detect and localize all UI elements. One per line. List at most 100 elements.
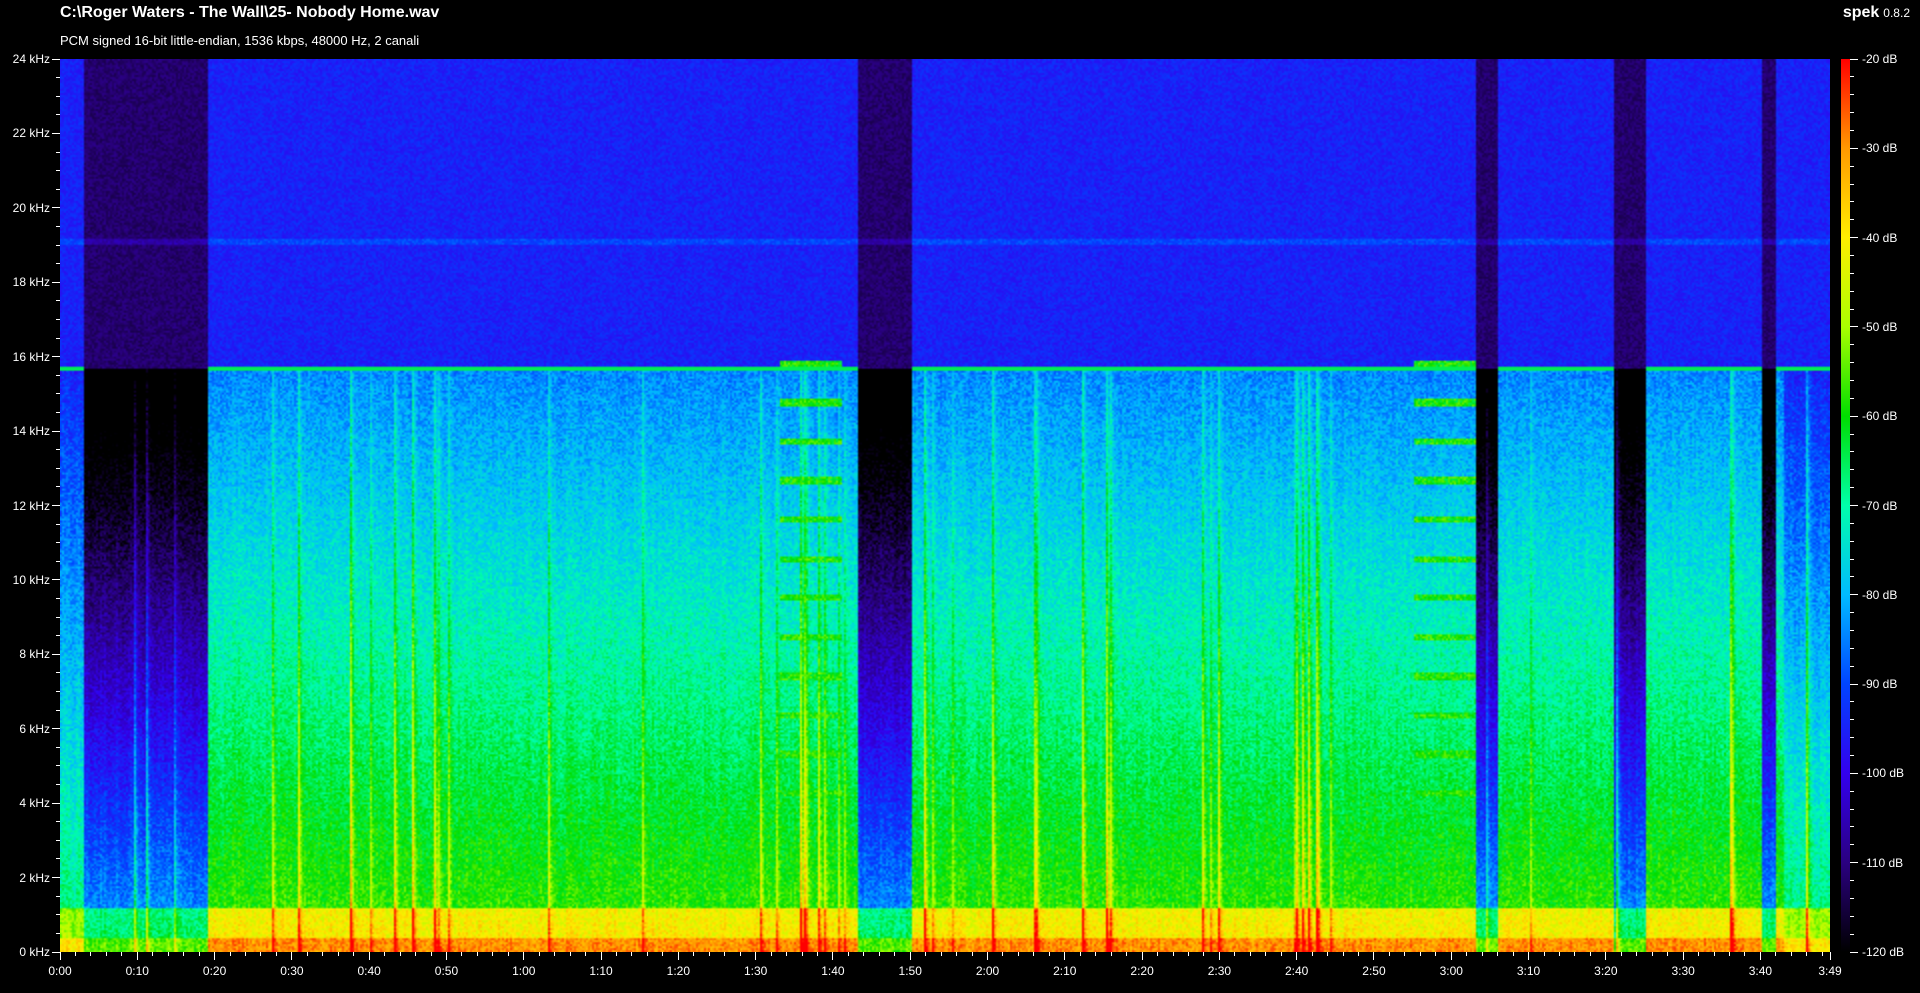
time-minor-tick xyxy=(492,952,494,956)
frequency-minor-tick xyxy=(56,77,60,79)
time-minor-tick xyxy=(1512,952,1514,956)
time-tick xyxy=(1450,952,1452,960)
db-label: -120 dB xyxy=(1862,945,1905,959)
time-tick xyxy=(832,952,834,960)
db-minor-tick xyxy=(1850,451,1854,453)
frequency-minor-tick xyxy=(56,393,60,395)
time-tick xyxy=(1141,952,1143,960)
frequency-tick xyxy=(52,58,60,60)
time-label: 0:00 xyxy=(48,964,72,978)
time-tick xyxy=(136,952,138,960)
time-minor-tick xyxy=(229,952,231,956)
db-minor-tick xyxy=(1850,755,1854,757)
frequency-label: 20 kHz xyxy=(12,200,50,215)
db-tick xyxy=(1850,147,1858,149)
frequency-minor-tick xyxy=(56,374,60,376)
time-minor-tick xyxy=(1806,952,1808,956)
db-minor-tick xyxy=(1850,433,1854,435)
time-minor-tick xyxy=(1249,952,1251,956)
db-label: -50 dB xyxy=(1862,319,1898,334)
db-tick xyxy=(1850,594,1858,596)
time-minor-tick xyxy=(956,952,958,956)
time-minor-tick xyxy=(1311,952,1313,956)
spectrogram-canvas[interactable] xyxy=(60,59,1830,952)
db-tick xyxy=(1850,951,1858,953)
db-minor-tick xyxy=(1850,558,1854,560)
time-minor-tick xyxy=(1002,952,1004,956)
frequency-label: 16 kHz xyxy=(12,349,50,364)
time-tick xyxy=(445,952,447,960)
time-minor-tick xyxy=(337,952,339,956)
frequency-minor-tick xyxy=(56,244,60,246)
time-tick xyxy=(755,952,757,960)
frequency-minor-tick xyxy=(56,858,60,860)
db-tick xyxy=(1850,772,1858,774)
db-minor-tick xyxy=(1850,308,1854,310)
frequency-minor-tick xyxy=(56,746,60,748)
time-minor-tick xyxy=(1589,952,1591,956)
time-minor-tick xyxy=(1729,952,1731,956)
frequency-minor-tick xyxy=(56,318,60,320)
time-minor-tick xyxy=(554,952,556,956)
db-minor-tick xyxy=(1850,576,1854,578)
db-minor-tick xyxy=(1850,808,1854,810)
time-minor-tick xyxy=(538,952,540,956)
frequency-minor-tick xyxy=(56,616,60,618)
db-minor-tick xyxy=(1850,112,1854,114)
time-minor-tick xyxy=(1110,952,1112,956)
spectrogram-plot[interactable] xyxy=(60,59,1830,952)
time-minor-tick xyxy=(1543,952,1545,956)
db-minor-tick xyxy=(1850,219,1854,221)
time-label: 2:00 xyxy=(975,964,1000,978)
frequency-minor-tick xyxy=(56,449,60,451)
frequency-minor-tick xyxy=(56,114,60,116)
time-minor-tick xyxy=(245,952,246,956)
time-label: 1:20 xyxy=(666,964,691,978)
frequency-minor-tick xyxy=(56,467,60,469)
time-minor-tick xyxy=(1404,952,1406,956)
time-tick xyxy=(1218,952,1220,960)
time-tick xyxy=(909,952,911,960)
frequency-label: 22 kHz xyxy=(12,126,50,141)
frequency-minor-tick xyxy=(56,895,60,897)
time-minor-tick xyxy=(1187,952,1189,956)
time-minor-tick xyxy=(1435,952,1437,956)
db-minor-tick xyxy=(1850,344,1854,346)
time-label: 2:10 xyxy=(1053,964,1077,978)
time-minor-tick xyxy=(167,952,169,956)
time-label: 2:20 xyxy=(1130,964,1154,978)
db-label: -90 dB xyxy=(1862,677,1898,692)
time-minor-tick xyxy=(415,952,417,956)
frequency-minor-tick xyxy=(56,170,60,172)
db-minor-tick xyxy=(1850,272,1854,274)
time-minor-tick xyxy=(1466,952,1468,956)
time-label: 2:40 xyxy=(1284,964,1309,978)
time-tick xyxy=(600,952,602,960)
time-minor-tick xyxy=(1033,952,1035,956)
db-minor-tick xyxy=(1850,487,1854,489)
time-minor-tick xyxy=(1775,952,1777,956)
time-minor-tick xyxy=(1821,952,1823,956)
time-label: 1:30 xyxy=(743,964,768,978)
time-minor-tick xyxy=(1017,952,1019,956)
db-minor-tick xyxy=(1850,165,1854,167)
time-minor-tick xyxy=(353,952,355,956)
frequency-label: 2 kHz xyxy=(19,870,50,885)
frequency-minor-tick xyxy=(56,411,60,413)
db-label: -30 dB xyxy=(1862,141,1898,156)
time-minor-tick xyxy=(430,952,432,956)
db-minor-tick xyxy=(1850,880,1854,882)
time-minor-tick xyxy=(1203,952,1205,956)
app-name: spek xyxy=(1842,4,1880,21)
time-minor-tick xyxy=(1419,952,1421,956)
time-tick xyxy=(1373,952,1375,960)
frequency-minor-tick xyxy=(56,709,60,711)
time-minor-tick xyxy=(399,952,401,956)
time-minor-tick xyxy=(260,952,262,956)
time-minor-tick xyxy=(1636,952,1638,956)
db-label: -60 dB xyxy=(1862,409,1898,424)
time-minor-tick xyxy=(801,952,803,956)
time-minor-tick xyxy=(1342,952,1344,956)
time-minor-tick xyxy=(1620,952,1622,956)
time-minor-tick xyxy=(1558,952,1560,956)
